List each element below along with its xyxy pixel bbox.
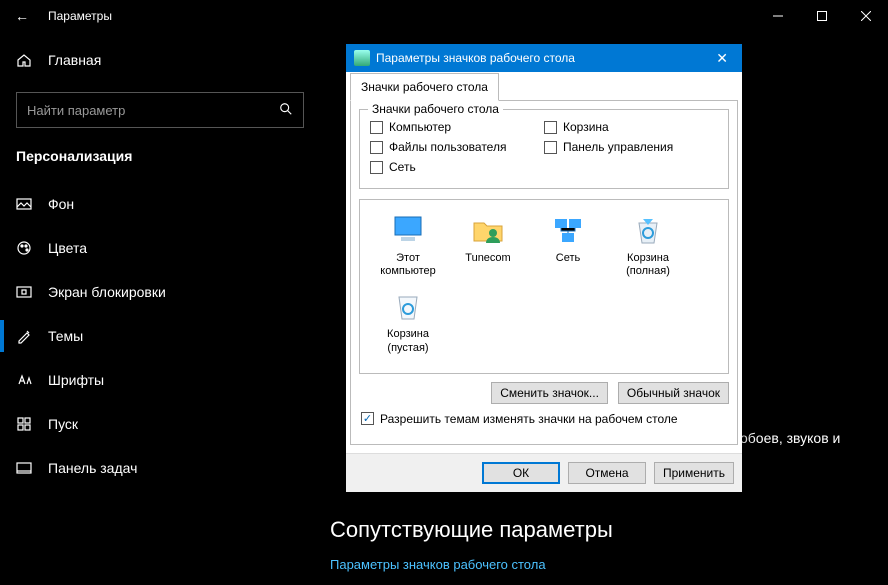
checkbox-recycle-bin[interactable]: Корзина [544,120,718,134]
apply-button[interactable]: Применить [654,462,734,484]
sidebar-label: Пуск [48,416,78,432]
close-button[interactable] [844,0,888,32]
recycle-full-icon [631,213,665,247]
home-link[interactable]: Главная [0,40,320,80]
allow-label: Разрешить темам изменять значки на рабоч… [380,412,678,426]
search-icon [279,102,293,119]
maximize-button[interactable] [800,0,844,32]
dialog-close-button[interactable]: ✕ [710,50,734,67]
sidebar-item-themes[interactable]: Темы [0,314,320,358]
section-title: Персонализация [0,148,320,182]
icon-label: Сеть [556,252,580,264]
cancel-button[interactable]: Отмена [568,462,646,484]
desktop-icon-settings-dialog: Параметры значков рабочего стола ✕ Значк… [346,44,742,492]
sidebar-label: Экран блокировки [48,284,166,300]
window-title: Параметры [48,9,112,23]
recycle-empty-icon [391,289,425,323]
icon-label: Tunecom [465,252,510,264]
sidebar-item-lockscreen[interactable]: Экран блокировки [0,270,320,314]
lockscreen-icon [16,284,32,300]
search-box[interactable] [16,92,304,128]
check-label: Панель управления [563,140,673,154]
tab-strip: Значки рабочего стола [346,72,742,100]
sidebar-item-taskbar[interactable]: Панель задач [0,446,320,490]
user-folder-icon [471,213,505,247]
sidebar-label: Фон [48,196,74,212]
palette-icon [16,240,32,256]
change-icon-button[interactable]: Сменить значок... [491,382,608,404]
icons-group: Значки рабочего стола Компьютер Файлы по… [359,109,729,189]
checkbox-user-files[interactable]: Файлы пользователя [370,140,544,154]
dialog-titlebar: Параметры значков рабочего стола ✕ [346,44,742,72]
icon-preview-box: Этот компьютер Tunecom Сеть Корзина(полн… [359,199,729,374]
sidebar-item-start[interactable]: Пуск [0,402,320,446]
icon-recycle-full[interactable]: Корзина(полная) [608,212,688,278]
icon-label-2: (пустая) [387,342,428,354]
sidebar-item-background[interactable]: Фон [0,182,320,226]
home-icon [16,52,32,68]
start-icon [16,416,32,432]
network-icon [551,213,585,247]
allow-themes-checkbox[interactable]: ✓ Разрешить темам изменять значки на раб… [361,412,729,426]
checkbox-computer[interactable]: Компьютер [370,120,544,134]
icon-user-folder[interactable]: Tunecom [448,212,528,278]
minimize-button[interactable] [756,0,800,32]
related-heading: Сопутствующие параметры [330,517,613,543]
icon-label-2: (полная) [626,265,670,277]
sidebar-label: Шрифты [48,372,104,388]
computer-icon [391,213,425,247]
check-label: Файлы пользователя [389,140,506,154]
checkbox-network[interactable]: Сеть [370,160,544,174]
icon-label: Корзина [387,328,429,340]
check-label: Компьютер [389,120,451,134]
sidebar: Главная Персонализация Фон Цвета Экран б… [0,32,320,585]
tab-desktop-icons[interactable]: Значки рабочего стола [350,73,499,101]
icon-label: Этот компьютер [380,252,435,277]
default-icon-button[interactable]: Обычный значок [618,382,729,404]
taskbar-icon [16,460,32,476]
truncated-text: обоев, звуков и [740,430,840,446]
search-input[interactable] [27,103,279,118]
icon-label: Корзина [627,252,669,264]
icon-network[interactable]: Сеть [528,212,608,278]
related-link-desktop-icons[interactable]: Параметры значков рабочего стола [330,557,546,572]
image-icon [16,196,32,212]
check-label: Сеть [389,160,416,174]
dialog-icon [354,50,370,66]
home-label: Главная [48,52,101,68]
sidebar-item-fonts[interactable]: Шрифты [0,358,320,402]
dialog-title: Параметры значков рабочего стола [376,51,575,65]
themes-icon [16,328,32,344]
window-titlebar: ← Параметры [0,0,888,32]
fonts-icon [16,372,32,388]
sidebar-label: Темы [48,328,83,344]
sidebar-item-colors[interactable]: Цвета [0,226,320,270]
checkbox-control-panel[interactable]: Панель управления [544,140,718,154]
back-button[interactable]: ← [0,8,44,24]
icon-recycle-empty[interactable]: Корзина (пустая) [368,288,448,354]
sidebar-label: Панель задач [48,460,137,476]
check-label: Корзина [563,120,609,134]
sidebar-label: Цвета [48,240,87,256]
icon-this-pc[interactable]: Этот компьютер [368,212,448,278]
group-title: Значки рабочего стола [368,102,503,116]
ok-button[interactable]: ОК [482,462,560,484]
